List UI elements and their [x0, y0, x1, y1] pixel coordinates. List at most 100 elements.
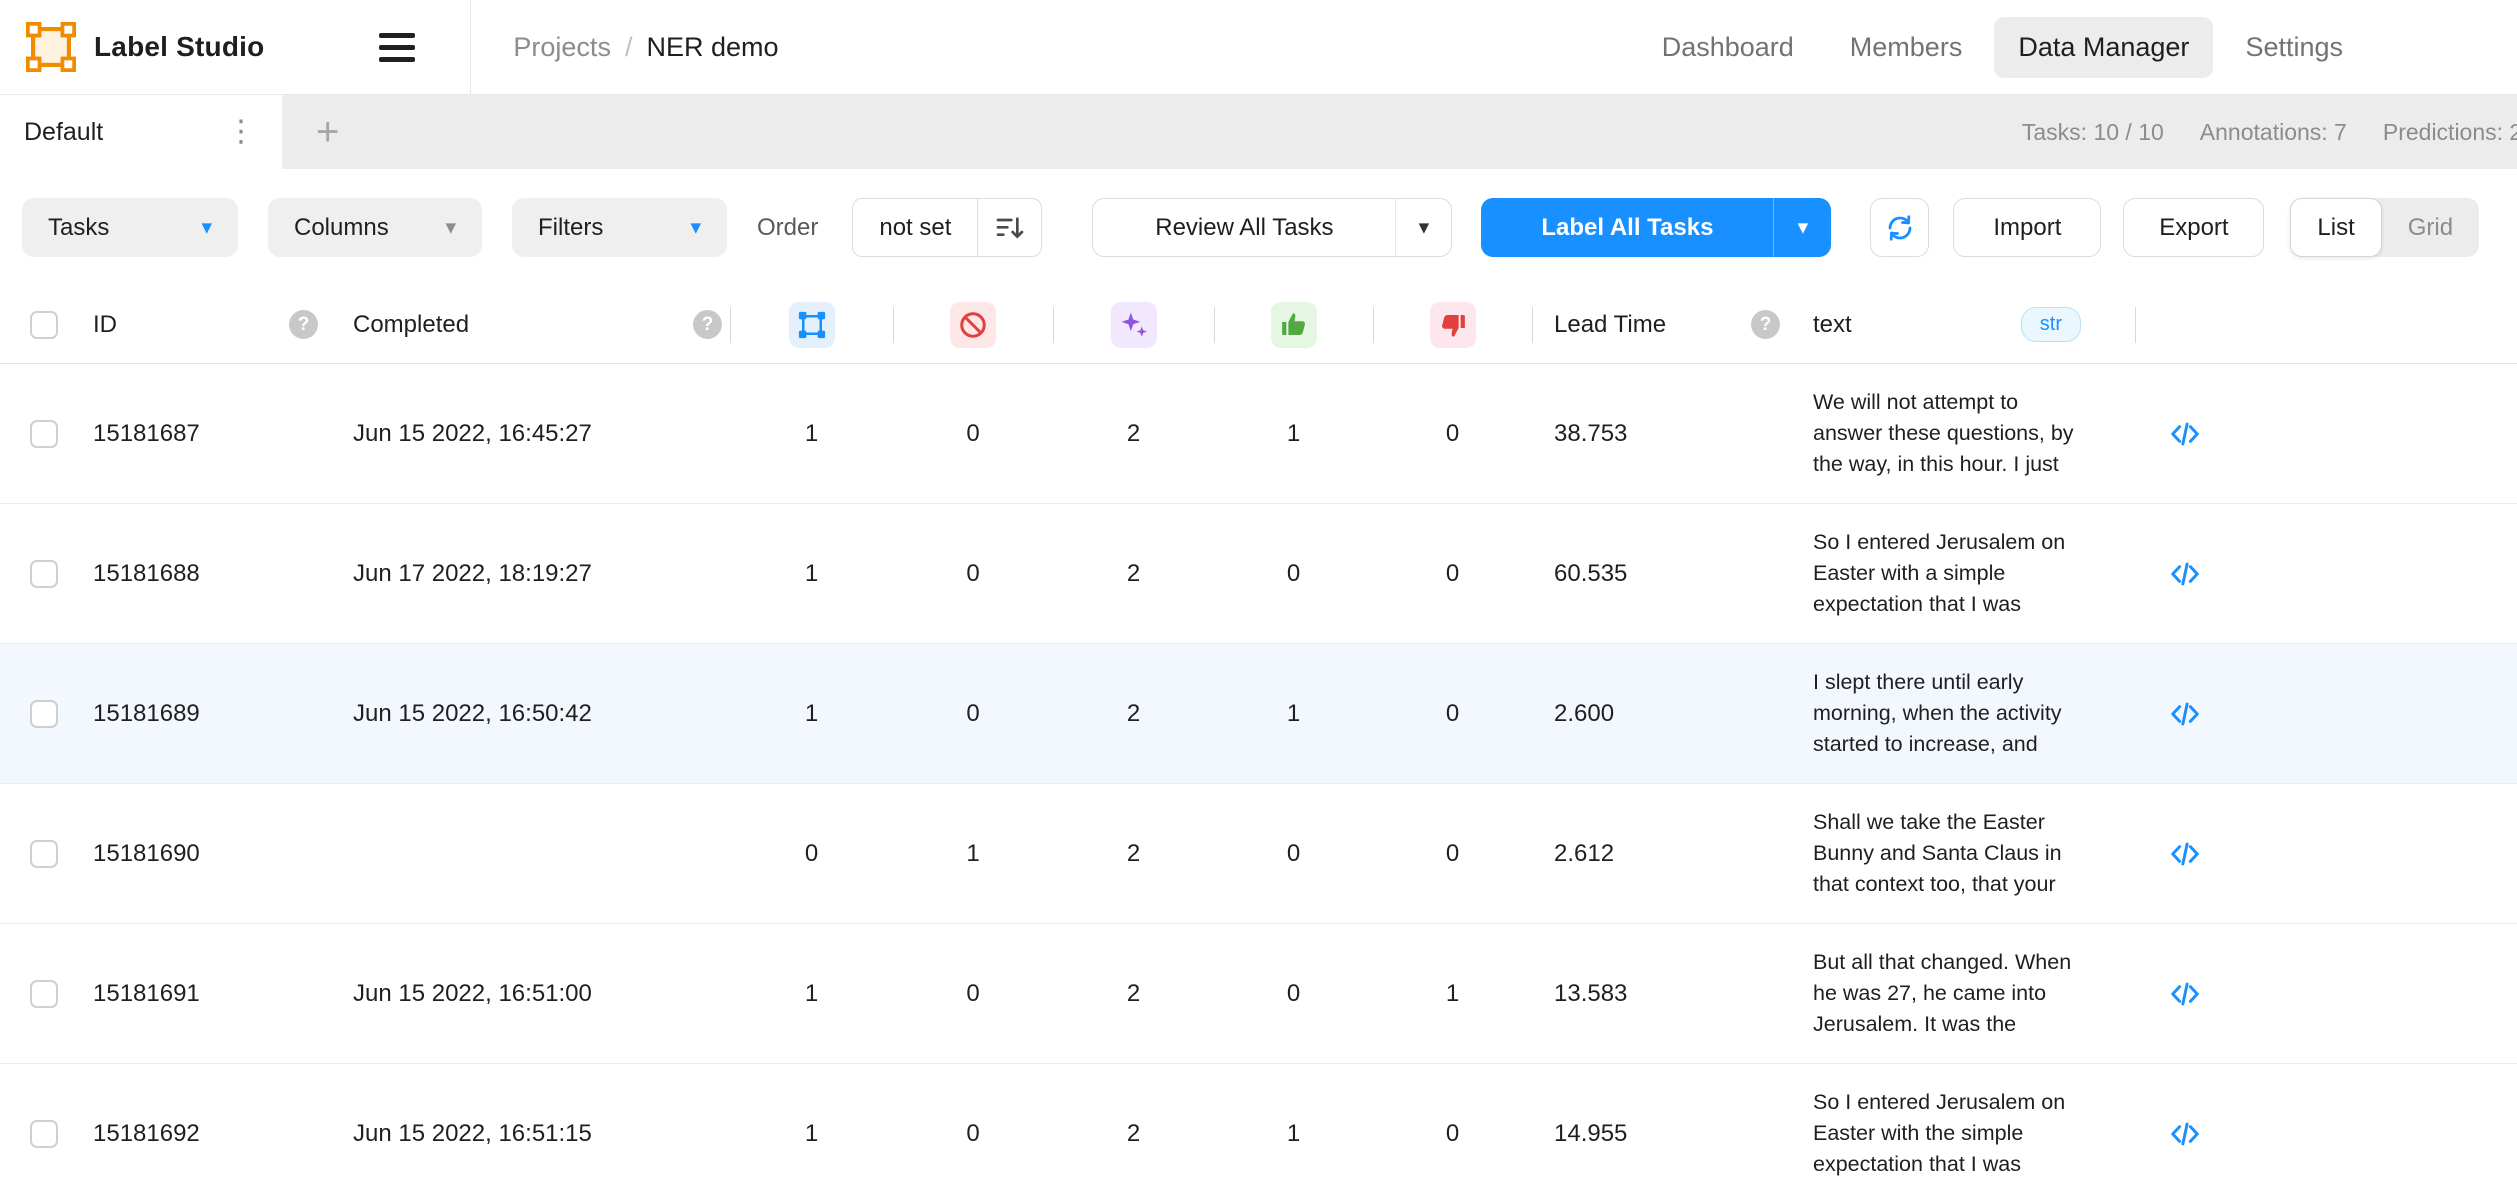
top-navigation: Dashboard Members Data Manager Settings — [1638, 17, 2517, 78]
column-header-rejected[interactable] — [1373, 286, 1532, 363]
table-row[interactable]: 15181687 Jun 15 2022, 16:45:27 1 0 2 1 0… — [0, 364, 2517, 504]
stat-tasks: Tasks: 10 / 10 — [2022, 119, 2164, 146]
task-id: 15181687 — [93, 420, 200, 448]
table-row[interactable]: 15181691 Jun 15 2022, 16:51:00 1 0 2 0 1… — [0, 924, 2517, 1064]
row-checkbox[interactable] — [30, 980, 58, 1008]
row-cell-completed — [330, 784, 730, 923]
column-type-badge[interactable]: str — [2021, 307, 2081, 342]
column-header-cancelled[interactable] — [893, 286, 1053, 363]
column-header-completed[interactable]: Completed ? — [330, 286, 730, 363]
row-cell-text: Shall we take the Easter Bunny and Santa… — [1790, 784, 2135, 923]
row-cell-id: 15181692 — [85, 1064, 330, 1192]
brand[interactable]: Label Studio — [0, 22, 264, 72]
hamburger-menu-icon[interactable] — [379, 33, 415, 62]
row-checkbox[interactable] — [30, 420, 58, 448]
row-checkbox[interactable] — [30, 560, 58, 588]
row-cell-checkbox — [0, 644, 85, 783]
view-list-button[interactable]: List — [2290, 198, 2381, 257]
row-checkbox[interactable] — [30, 700, 58, 728]
view-source-button[interactable] — [2169, 418, 2201, 450]
review-all-tasks-button[interactable]: Review All Tasks ▾ — [1092, 198, 1452, 257]
chevron-down-icon: ▾ — [690, 217, 701, 238]
label-dropdown-toggle[interactable]: ▾ — [1773, 198, 1831, 257]
row-cell-text: So I entered Jerusalem on Easter with a … — [1790, 504, 2135, 643]
accepted-count: 1 — [1287, 1120, 1300, 1148]
tab-menu-icon[interactable]: ⋮ — [218, 117, 264, 147]
app-title: Label Studio — [94, 31, 264, 63]
nav-data-manager[interactable]: Data Manager — [1994, 17, 2213, 78]
tasks-dropdown[interactable]: Tasks ▾ — [22, 198, 238, 257]
cancelled-count: 0 — [966, 1120, 979, 1148]
tasks-dropdown-label: Tasks — [48, 214, 109, 242]
column-header-lead-time[interactable]: Lead Time ? — [1532, 286, 1790, 363]
predictions-icon — [1111, 302, 1157, 348]
view-grid-button[interactable]: Grid — [2382, 198, 2479, 257]
tab-default[interactable]: Default ⋮ — [0, 95, 282, 169]
nav-settings[interactable]: Settings — [2221, 17, 2367, 78]
row-cell-rejected: 0 — [1373, 644, 1532, 783]
table-row[interactable]: 15181688 Jun 17 2022, 18:19:27 1 0 2 0 0… — [0, 504, 2517, 644]
row-cell-source — [2135, 504, 2235, 643]
chevron-down-icon: ▾ — [445, 217, 456, 238]
column-header-accepted[interactable] — [1214, 286, 1373, 363]
export-button[interactable]: Export — [2123, 198, 2264, 257]
column-header-predictions[interactable] — [1053, 286, 1214, 363]
columns-dropdown[interactable]: Columns ▾ — [268, 198, 482, 257]
annotations-count: 1 — [805, 420, 818, 448]
table-row[interactable]: 15181689 Jun 15 2022, 16:50:42 1 0 2 1 0… — [0, 644, 2517, 784]
view-source-button[interactable] — [2169, 838, 2201, 870]
table-row[interactable]: 15181692 Jun 15 2022, 16:51:15 1 0 2 1 0… — [0, 1064, 2517, 1192]
header-filler — [2235, 286, 2517, 363]
stat-predictions: Predictions: 20 — [2383, 119, 2517, 146]
predictions-count: 2 — [1127, 700, 1140, 728]
row-cell-source — [2135, 784, 2235, 923]
view-source-button[interactable] — [2169, 698, 2201, 730]
row-checkbox[interactable] — [30, 1120, 58, 1148]
table-row[interactable]: 15181690 0 1 2 0 0 2.612 Shall we take t… — [0, 784, 2517, 924]
row-cell-source — [2135, 644, 2235, 783]
annotations-count: 0 — [805, 840, 818, 868]
annotations-count: 1 — [805, 560, 818, 588]
breadcrumb-projects[interactable]: Projects — [513, 32, 611, 63]
thumbs-down-icon — [1430, 302, 1476, 348]
view-source-button[interactable] — [2169, 558, 2201, 590]
label-all-tasks-button[interactable]: Label All Tasks ▾ — [1481, 198, 1831, 257]
accepted-count: 0 — [1287, 560, 1300, 588]
help-icon[interactable]: ? — [1751, 310, 1780, 339]
order-value-dropdown[interactable]: not set — [853, 199, 977, 256]
refresh-button[interactable] — [1870, 198, 1929, 257]
task-id: 15181689 — [93, 700, 200, 728]
add-tab-button[interactable]: + — [316, 112, 339, 152]
row-filler — [2235, 1064, 2517, 1192]
help-icon[interactable]: ? — [693, 310, 722, 339]
row-cell-accepted: 1 — [1214, 364, 1373, 503]
column-header-annotations[interactable] — [730, 286, 893, 363]
code-icon — [2169, 1118, 2201, 1150]
predictions-count: 2 — [1127, 560, 1140, 588]
view-source-button[interactable] — [2169, 1118, 2201, 1150]
label-studio-logo-icon — [26, 22, 76, 72]
row-cell-annotations: 1 — [730, 1064, 893, 1192]
column-header-id[interactable]: ID ? — [85, 286, 330, 363]
row-filler — [2235, 784, 2517, 923]
help-icon[interactable]: ? — [289, 310, 318, 339]
column-header-text[interactable]: text str — [1790, 286, 2135, 363]
nav-members[interactable]: Members — [1826, 17, 1987, 78]
code-icon — [2169, 978, 2201, 1010]
breadcrumb: Projects / NER demo — [513, 32, 778, 63]
row-checkbox[interactable] — [30, 840, 58, 868]
review-dropdown-toggle[interactable]: ▾ — [1395, 199, 1451, 256]
row-cell-lead-time: 60.535 — [1532, 504, 1790, 643]
filters-dropdown[interactable]: Filters ▾ — [512, 198, 727, 257]
row-cell-completed: Jun 15 2022, 16:45:27 — [330, 364, 730, 503]
select-all-checkbox[interactable] — [30, 311, 58, 339]
completed-timestamp: Jun 15 2022, 16:50:42 — [353, 700, 592, 728]
sort-direction-button[interactable] — [977, 199, 1041, 256]
import-button[interactable]: Import — [1953, 198, 2101, 257]
stat-annotations: Annotations: 7 — [2200, 119, 2347, 146]
accepted-count: 1 — [1287, 420, 1300, 448]
row-cell-checkbox — [0, 924, 85, 1063]
row-cell-checkbox — [0, 1064, 85, 1192]
view-source-button[interactable] — [2169, 978, 2201, 1010]
nav-dashboard[interactable]: Dashboard — [1638, 17, 1818, 78]
